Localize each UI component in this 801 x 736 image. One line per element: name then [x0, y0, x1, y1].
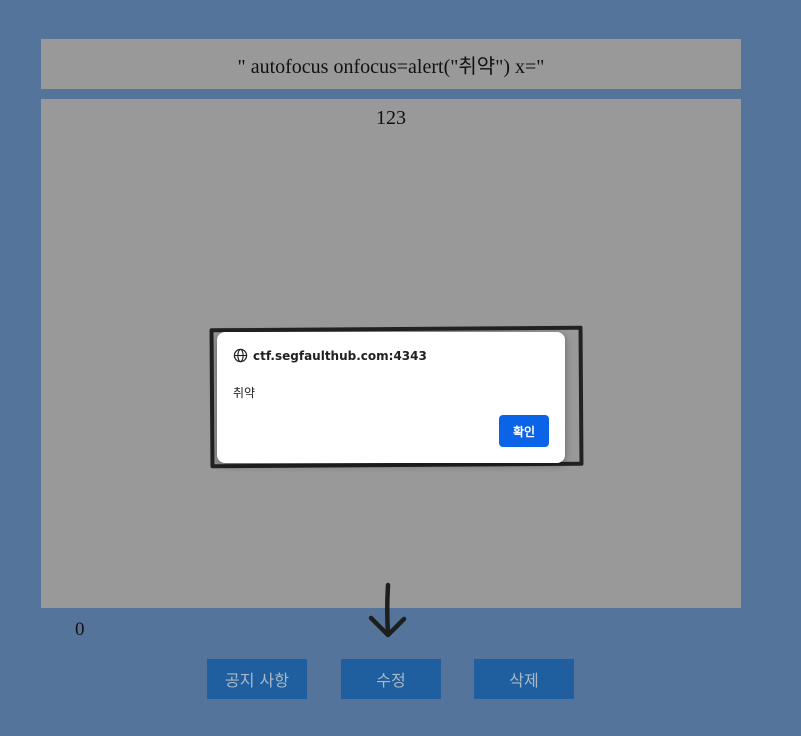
alert-dialog: ctf.segfaulthub.com:4343 취약 확인	[217, 332, 565, 463]
post-title: " autofocus onfocus=alert("취약") x="	[41, 39, 741, 89]
edit-button[interactable]: 수정	[341, 659, 441, 699]
dialog-origin: ctf.segfaulthub.com:4343	[253, 348, 427, 363]
dialog-message: 취약	[233, 386, 256, 400]
dialog-header: ctf.segfaulthub.com:4343	[233, 348, 427, 363]
view-counter: 0	[75, 619, 85, 640]
dialog-ok-button[interactable]: 확인	[499, 415, 549, 447]
notice-button[interactable]: 공지 사항	[207, 659, 307, 699]
delete-button[interactable]: 삭제	[474, 659, 574, 699]
post-content: 123	[376, 107, 406, 129]
globe-icon	[233, 348, 248, 363]
arrow-down-icon	[368, 582, 407, 638]
